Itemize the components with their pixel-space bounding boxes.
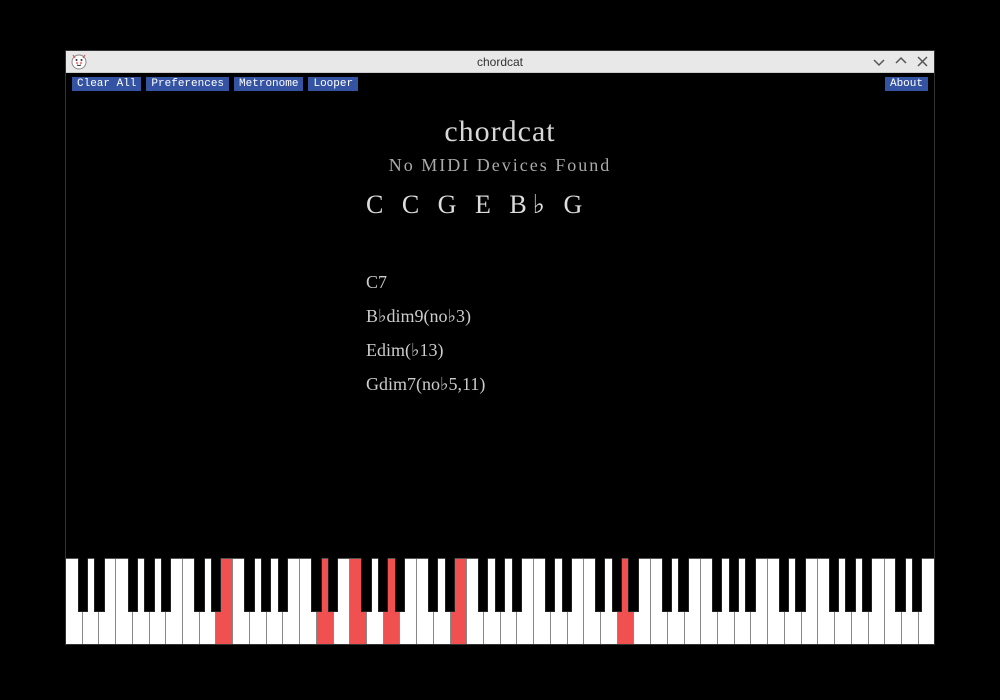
black-key[interactable] xyxy=(562,558,572,612)
piano-keyboard xyxy=(66,554,934,644)
black-key[interactable] xyxy=(662,558,672,612)
black-key[interactable] xyxy=(94,558,104,612)
black-key[interactable] xyxy=(244,558,254,612)
black-key[interactable] xyxy=(712,558,722,612)
black-key[interactable] xyxy=(829,558,839,612)
chord-name: B♭dim9(no♭3) xyxy=(366,299,485,333)
black-key[interactable] xyxy=(378,558,388,612)
black-key[interactable] xyxy=(211,558,221,612)
black-key[interactable] xyxy=(361,558,371,612)
chord-name: Edim(♭13) xyxy=(366,333,485,367)
app-title: chordcat xyxy=(444,115,555,149)
black-key[interactable] xyxy=(895,558,905,612)
chord-name: C7 xyxy=(366,265,485,299)
black-key[interactable] xyxy=(478,558,488,612)
black-key[interactable] xyxy=(395,558,405,612)
black-key[interactable] xyxy=(445,558,455,612)
black-key[interactable] xyxy=(729,558,739,612)
black-key[interactable] xyxy=(678,558,688,612)
black-key[interactable] xyxy=(194,558,204,612)
black-key[interactable] xyxy=(128,558,138,612)
preferences-button[interactable]: Preferences xyxy=(146,77,229,91)
black-key[interactable] xyxy=(512,558,522,612)
toolbar: Clear All Preferences Metronome Looper A… xyxy=(66,73,934,95)
minimize-icon[interactable] xyxy=(873,54,885,70)
close-icon[interactable] xyxy=(917,54,928,70)
about-button[interactable]: About xyxy=(885,77,928,91)
black-key[interactable] xyxy=(261,558,271,612)
black-key[interactable] xyxy=(862,558,872,612)
window-title: chordcat xyxy=(66,55,934,69)
black-key[interactable] xyxy=(745,558,755,612)
black-key[interactable] xyxy=(845,558,855,612)
black-key[interactable] xyxy=(428,558,438,612)
chord-name: Gdim7(no♭5,11) xyxy=(366,367,485,401)
metronome-button[interactable]: Metronome xyxy=(234,77,303,91)
black-key[interactable] xyxy=(311,558,321,612)
main-content: chordcat No MIDI Devices Found C C G E B… xyxy=(66,95,934,554)
clear-all-button[interactable]: Clear All xyxy=(72,77,141,91)
chord-list: C7B♭dim9(no♭3)Edim(♭13)Gdim7(no♭5,11) xyxy=(366,265,485,401)
black-key[interactable] xyxy=(328,558,338,612)
looper-button[interactable]: Looper xyxy=(308,77,358,91)
app-icon xyxy=(70,53,88,71)
black-key[interactable] xyxy=(595,558,605,612)
titlebar: chordcat xyxy=(66,51,934,73)
black-key[interactable] xyxy=(545,558,555,612)
black-key[interactable] xyxy=(628,558,638,612)
app-window: chordcat Clear All Preferences Metronome… xyxy=(65,50,935,645)
black-key[interactable] xyxy=(78,558,88,612)
black-key[interactable] xyxy=(779,558,789,612)
black-key[interactable] xyxy=(278,558,288,612)
midi-status: No MIDI Devices Found xyxy=(389,155,611,176)
black-key[interactable] xyxy=(495,558,505,612)
black-key[interactable] xyxy=(612,558,622,612)
notes-display: C C G E B♭ G xyxy=(366,190,588,220)
black-key[interactable] xyxy=(144,558,154,612)
maximize-icon[interactable] xyxy=(895,54,907,70)
black-key[interactable] xyxy=(795,558,805,612)
window-controls xyxy=(873,51,928,72)
black-key[interactable] xyxy=(161,558,171,612)
black-key[interactable] xyxy=(912,558,922,612)
